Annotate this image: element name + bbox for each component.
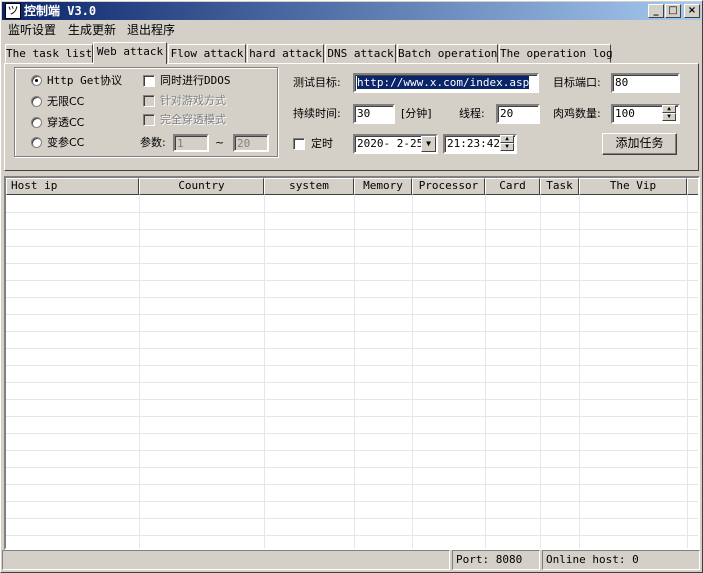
status-pane-main xyxy=(2,550,450,570)
grid-column-line xyxy=(579,195,580,548)
grid-line xyxy=(6,229,698,230)
param-to-input: 20 xyxy=(233,134,269,152)
tab-web-attack[interactable]: Web attack xyxy=(93,42,167,64)
menu-listen-settings[interactable]: 监听设置 xyxy=(8,23,56,38)
window-title: 控制端 V3.0 xyxy=(24,4,97,18)
threads-label: 线程: xyxy=(459,107,485,120)
timer-checkbox[interactable] xyxy=(293,138,305,150)
maximize-button[interactable]: □ xyxy=(665,4,681,18)
grid-line xyxy=(6,450,698,451)
col-memory[interactable]: Memory xyxy=(354,178,412,195)
grid-line xyxy=(6,280,698,281)
timer-label: 定时 xyxy=(311,137,333,150)
target-url-input[interactable]: http://www.x.com/index.asp xyxy=(353,73,539,93)
add-task-button[interactable]: 添加任务 xyxy=(602,133,677,155)
menu-bar: 监听设置 生成更新 退出程序 xyxy=(2,21,701,40)
sync-ddos-label: 同时进行DDOS xyxy=(160,74,231,87)
grid-line xyxy=(6,365,698,366)
tab-dns-attack[interactable]: DNS attack xyxy=(325,44,396,63)
grid-line xyxy=(6,314,698,315)
time-spin-up-icon[interactable]: ▲ xyxy=(500,135,514,143)
grid-line xyxy=(6,535,698,536)
grid-column-line xyxy=(354,195,355,548)
col-filler xyxy=(687,178,698,195)
duration-label: 持续时间: xyxy=(293,107,341,120)
target-url-selection: http://www.x.com/index.asp xyxy=(357,76,530,89)
duration-unit: [分钟] xyxy=(401,107,432,120)
spin-down-icon[interactable]: ▼ xyxy=(662,113,676,121)
grid-line xyxy=(6,399,698,400)
mode-radio-penetrate-cc[interactable] xyxy=(31,117,42,128)
spin-up-icon[interactable]: ▲ xyxy=(662,105,676,113)
title-bar[interactable]: ツ 控制端 V3.0 _ □ × xyxy=(2,2,701,20)
grid-column-line xyxy=(264,195,265,548)
bots-label: 肉鸡数量: xyxy=(553,107,601,120)
mode-radio-unlimited-cc[interactable] xyxy=(31,96,42,107)
tab-operation-log[interactable]: The operation log xyxy=(499,44,613,63)
full-penetrate-checkbox xyxy=(143,114,155,126)
grid-line xyxy=(6,263,698,264)
grid-line xyxy=(6,433,698,434)
mode-label-unlimited-cc: 无限CC xyxy=(47,95,85,108)
grid-column-line xyxy=(687,195,688,548)
tab-hard-attack[interactable]: hard attack xyxy=(247,44,324,63)
param-label: 参数: xyxy=(140,136,166,149)
grid-line xyxy=(6,416,698,417)
grid-line xyxy=(6,518,698,519)
col-vip[interactable]: The Vip xyxy=(579,178,687,195)
close-button[interactable]: × xyxy=(684,4,700,18)
param-from-input: 1 xyxy=(173,134,209,152)
grid-line xyxy=(6,297,698,298)
port-label: 目标端口: xyxy=(553,76,601,89)
param-separator: ~ xyxy=(215,136,225,149)
time-spinner[interactable]: ▲ ▼ xyxy=(500,135,516,153)
grid-line xyxy=(6,331,698,332)
grid-column-line xyxy=(485,195,486,548)
col-country[interactable]: Country xyxy=(139,178,264,195)
col-task[interactable]: Task xyxy=(540,178,579,195)
grid-line xyxy=(6,246,698,247)
status-online-hosts: Online host: 0 xyxy=(542,550,700,570)
host-list[interactable]: Host ip Country system Memory Processor … xyxy=(4,176,700,550)
grid-line xyxy=(6,467,698,468)
app-icon[interactable]: ツ xyxy=(5,3,21,19)
threads-input[interactable]: 20 xyxy=(496,104,540,124)
col-processor[interactable]: Processor xyxy=(412,178,485,195)
menu-generate-update[interactable]: 生成更新 xyxy=(68,23,116,38)
time-spin-down-icon[interactable]: ▼ xyxy=(500,143,514,151)
tab-batch-operation[interactable]: Batch operation xyxy=(397,44,498,63)
game-mode-label: 针对游戏方式 xyxy=(160,94,226,107)
bots-spinner[interactable]: ▲ ▼ xyxy=(662,105,678,123)
game-mode-checkbox xyxy=(143,95,155,107)
col-host-ip[interactable]: Host ip xyxy=(6,178,139,195)
status-port: Port: 8080 xyxy=(452,550,540,570)
date-dropdown-icon[interactable]: ▼ xyxy=(421,136,436,152)
duration-input[interactable]: 30 xyxy=(353,104,395,124)
sync-ddos-checkbox[interactable] xyxy=(143,75,155,87)
mode-label-http-get: Http Get协议 xyxy=(47,74,122,87)
grid-column-line xyxy=(412,195,413,548)
full-penetrate-label: 完全穿透模式 xyxy=(160,113,226,126)
minimize-button[interactable]: _ xyxy=(648,4,664,18)
grid-line xyxy=(6,501,698,502)
grid-line xyxy=(6,382,698,383)
grid-line xyxy=(6,348,698,349)
col-card[interactable]: Card xyxy=(485,178,540,195)
target-label: 测试目标: xyxy=(293,76,341,89)
tab-flow-attack[interactable]: Flow attack xyxy=(168,44,246,63)
mode-label-penetrate-cc: 穿透CC xyxy=(47,116,85,129)
mode-radio-variable-cc[interactable] xyxy=(31,137,42,148)
port-input[interactable]: 80 xyxy=(611,73,680,93)
tab-task-list[interactable]: The task list xyxy=(5,44,93,63)
grid-column-line xyxy=(139,195,140,548)
grid-line xyxy=(6,484,698,485)
grid-column-line xyxy=(540,195,541,548)
menu-exit[interactable]: 退出程序 xyxy=(127,23,175,38)
mode-radio-http-get[interactable] xyxy=(31,75,42,86)
col-system[interactable]: system xyxy=(264,178,354,195)
grid-line xyxy=(6,212,698,213)
mode-label-variable-cc: 变参CC xyxy=(47,136,85,149)
